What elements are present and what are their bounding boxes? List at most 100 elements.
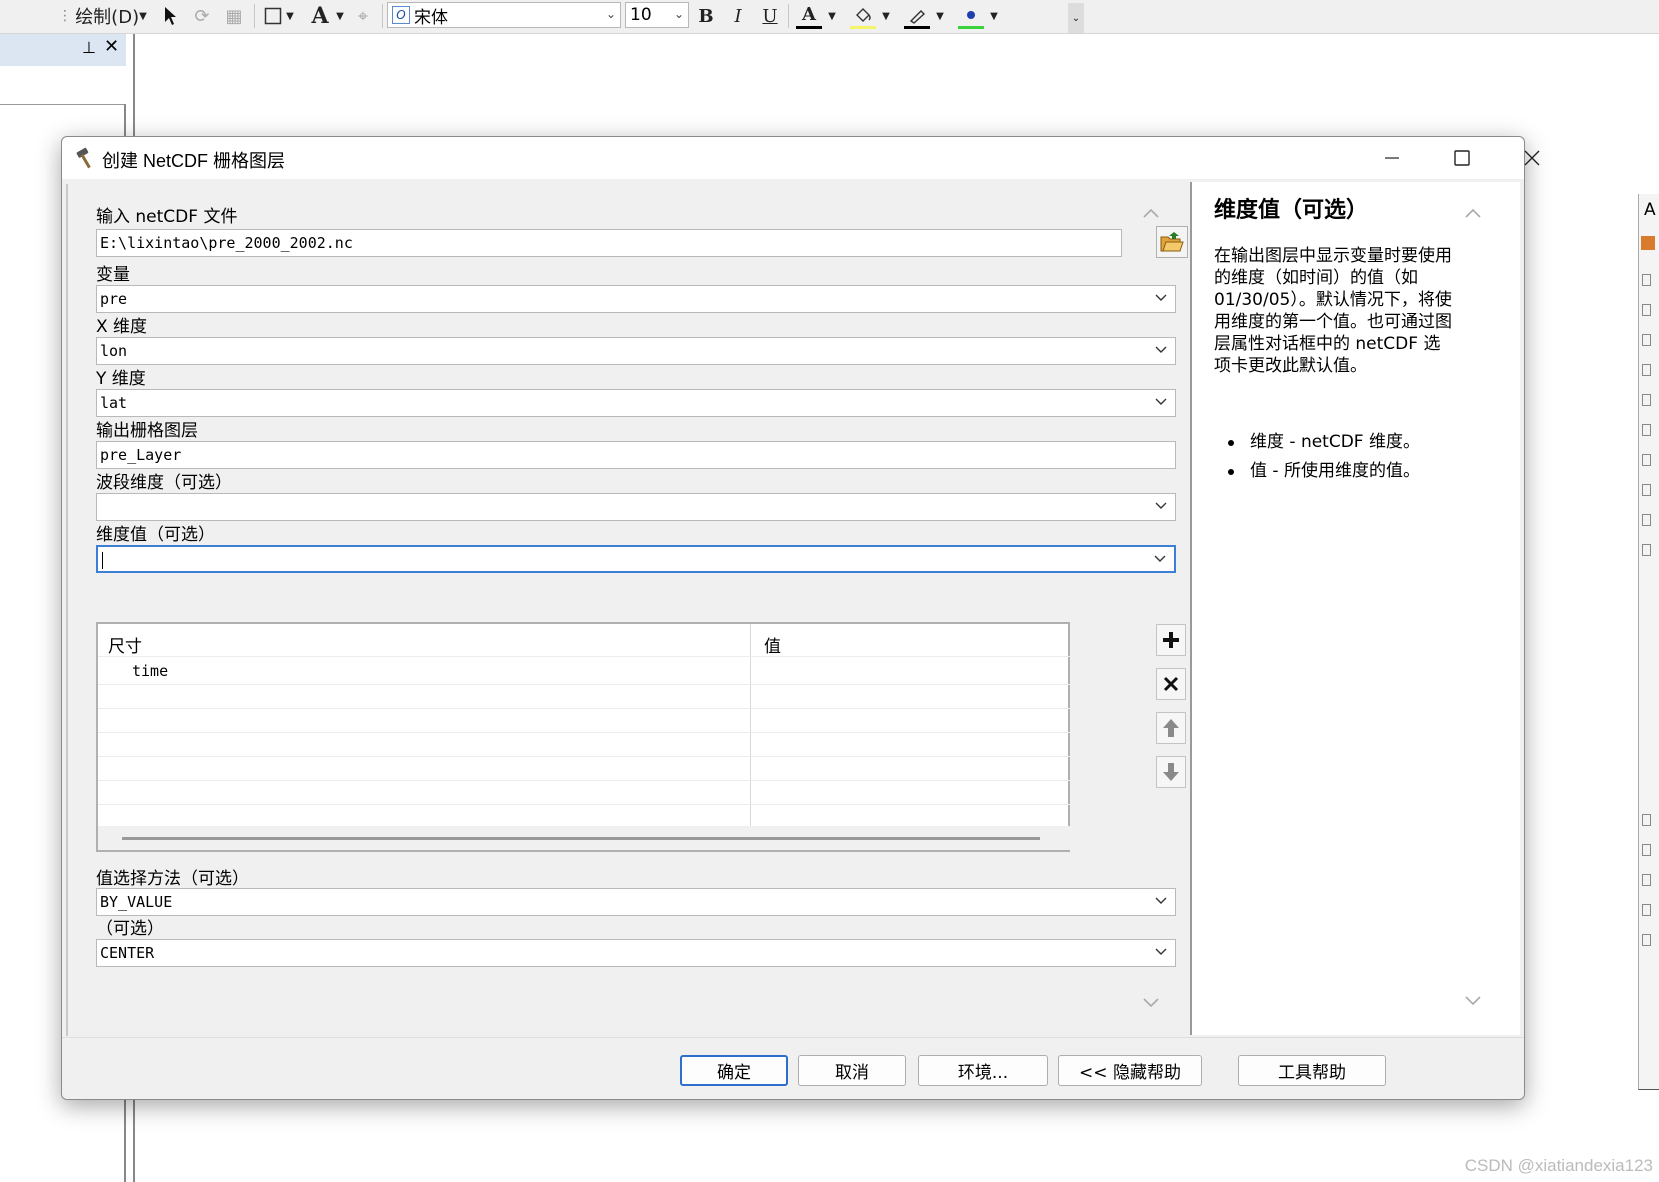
chevron-down-icon[interactable]: ▼ <box>334 3 346 29</box>
line-color-icon[interactable] <box>904 3 930 29</box>
variable-value: pre <box>100 290 128 308</box>
tree-node-icon[interactable] <box>1642 934 1651 946</box>
browse-button[interactable] <box>1156 226 1188 258</box>
toolbox-icon[interactable] <box>1641 236 1655 250</box>
chevron-down-icon[interactable]: ▼ <box>988 3 1000 29</box>
scroll-up-icon[interactable] <box>1142 204 1160 224</box>
dimension-values-table[interactable]: 尺寸 值 time <box>96 622 1070 852</box>
scrollbar-thumb[interactable] <box>122 837 1040 840</box>
close-button[interactable] <box>1510 143 1554 173</box>
dimension-values-label: 维度值（可选） <box>96 525 215 545</box>
group-icon[interactable]: ▦ <box>222 3 246 29</box>
fill-color-icon[interactable] <box>850 3 876 29</box>
move-down-button[interactable] <box>1156 756 1186 788</box>
band-dimension-label: 波段维度（可选） <box>96 473 232 493</box>
rotate-icon[interactable]: ⟳ <box>190 3 214 29</box>
ok-button[interactable]: 确定 <box>680 1055 788 1086</box>
chevron-down-icon[interactable]: ▼ <box>880 3 892 29</box>
maximize-button[interactable] <box>1440 143 1484 173</box>
chevron-down-icon <box>1155 346 1167 353</box>
tree-node-icon[interactable] <box>1642 334 1651 346</box>
row-divider <box>98 684 1070 685</box>
add-row-button[interactable] <box>1156 624 1186 656</box>
dialog-title: 创建 NetCDF 栅格图层 <box>102 151 286 171</box>
tree-node-icon[interactable] <box>1642 364 1651 376</box>
value-selection-method-label: 值选择方法（可选） <box>96 869 249 889</box>
underline-button[interactable]: U <box>758 3 782 29</box>
edit-vertices-icon[interactable]: ⌖ <box>350 3 376 29</box>
table-cell-dimension[interactable]: time <box>132 662 168 680</box>
tree-node-icon[interactable] <box>1642 874 1651 886</box>
y-dimension-combo[interactable]: lat <box>96 389 1176 417</box>
cell-registration-label: （可选） <box>96 919 164 939</box>
parameter-form: 输入 netCDF 文件 E:\lixintao\pre_2000_2002.n… <box>66 184 1190 1036</box>
tree-node-icon[interactable] <box>1642 814 1651 826</box>
scroll-down-icon[interactable] <box>1142 994 1160 1014</box>
table-horizontal-scrollbar[interactable] <box>98 826 1070 850</box>
y-dimension-value: lat <box>100 394 128 412</box>
column-header-dimension[interactable]: 尺寸 <box>108 632 142 657</box>
row-divider <box>98 708 1070 709</box>
row-divider <box>98 756 1070 757</box>
tree-node-icon[interactable] <box>1642 514 1651 526</box>
tree-node-icon[interactable] <box>1642 424 1651 436</box>
tree-node-icon[interactable] <box>1642 454 1651 466</box>
input-file-label: 输入 netCDF 文件 <box>96 207 238 227</box>
input-file-field[interactable]: E:\lixintao\pre_2000_2002.nc <box>96 229 1122 257</box>
x-dimension-combo[interactable]: lon <box>96 337 1176 365</box>
cell-registration-value: CENTER <box>100 944 155 962</box>
tree-node-icon[interactable] <box>1642 544 1651 556</box>
tree-node-icon[interactable] <box>1642 274 1651 286</box>
rectangle-icon[interactable] <box>262 3 284 29</box>
dimension-values-combo[interactable] <box>96 545 1176 573</box>
scroll-up-icon[interactable] <box>1464 204 1482 224</box>
tool-help-button[interactable]: 工具帮助 <box>1238 1055 1386 1086</box>
chevron-down-icon[interactable]: ▼ <box>284 3 296 29</box>
tree-node-icon[interactable] <box>1642 394 1651 406</box>
cell-registration-combo[interactable]: CENTER <box>96 939 1176 967</box>
close-icon[interactable]: ✕ <box>104 36 119 57</box>
tree-node-icon[interactable] <box>1642 484 1651 496</box>
environments-button[interactable]: 环境... <box>918 1055 1048 1086</box>
draw-menu[interactable]: 绘制(D) ▼ <box>74 3 148 29</box>
tree-node-icon[interactable] <box>1642 904 1651 916</box>
chevron-down-icon[interactable]: ▼ <box>934 3 946 29</box>
scroll-down-icon[interactable] <box>1464 992 1482 1012</box>
variable-combo[interactable]: pre <box>96 285 1176 313</box>
font-color-icon[interactable]: A <box>796 3 822 29</box>
make-netcdf-raster-layer-dialog: 创建 NetCDF 栅格图层 输入 netCDF 文件 E:\lixintao\… <box>61 136 1540 1100</box>
bold-button[interactable]: B <box>694 3 718 29</box>
minimize-button[interactable] <box>1370 143 1414 173</box>
close-icon <box>1524 150 1540 166</box>
title-bar[interactable]: 创建 NetCDF 栅格图层 <box>62 137 1540 179</box>
select-pointer-icon[interactable] <box>160 3 182 29</box>
tree-node-icon[interactable] <box>1642 304 1651 316</box>
band-dimension-combo[interactable] <box>96 493 1176 521</box>
pin-icon[interactable]: ⊥ <box>82 38 96 57</box>
text-tool-icon[interactable]: A <box>308 3 332 29</box>
remove-row-button[interactable] <box>1156 668 1186 700</box>
plus-icon <box>1163 632 1179 648</box>
font-size-select[interactable]: 10 ⌄ <box>625 2 689 28</box>
right-dock-pane: A <box>1638 194 1659 1090</box>
right-dock-label: A <box>1644 200 1656 220</box>
open-folder-icon <box>1160 232 1184 252</box>
chevron-down-icon <box>1155 948 1167 955</box>
chevron-down-icon <box>1155 897 1167 904</box>
hide-help-button[interactable]: << 隐藏帮助 <box>1058 1055 1202 1086</box>
column-header-value[interactable]: 值 <box>764 632 781 657</box>
marker-color-icon[interactable] <box>958 3 984 29</box>
x-dimension-value: lon <box>100 342 128 360</box>
chevron-down-icon[interactable]: ▼ <box>826 3 838 29</box>
move-up-button[interactable] <box>1156 712 1186 744</box>
chevron-down-icon: ⌄ <box>673 7 684 21</box>
output-layer-field[interactable]: pre_Layer <box>96 441 1176 469</box>
toolbar-grip[interactable]: ⋮ <box>58 3 72 29</box>
italic-button[interactable]: I <box>726 3 750 29</box>
value-selection-method-combo[interactable]: BY_VALUE <box>96 888 1176 916</box>
toolbar-options-icon[interactable]: ⌄ <box>1068 3 1084 33</box>
font-name-select[interactable]: O 宋体 ⌄ <box>387 2 621 28</box>
tree-node-icon[interactable] <box>1642 844 1651 856</box>
cancel-button[interactable]: 取消 <box>798 1055 906 1086</box>
variable-label: 变量 <box>96 265 130 285</box>
